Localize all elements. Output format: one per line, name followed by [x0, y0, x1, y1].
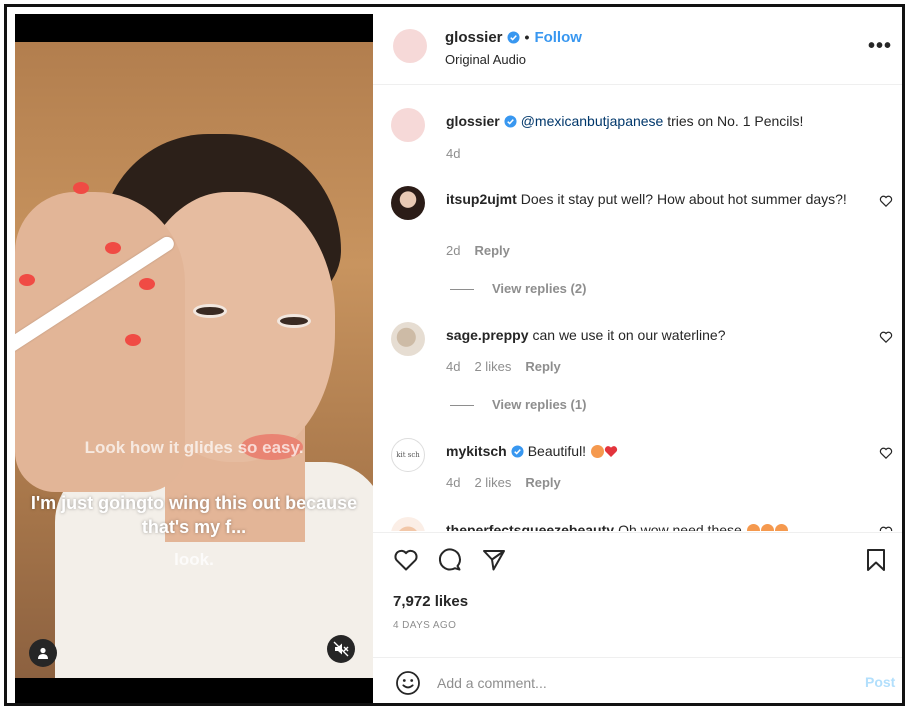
view-replies-button[interactable]: View replies (2)	[450, 281, 586, 296]
mute-button[interactable]	[327, 635, 355, 663]
mention-link[interactable]: @mexicanbutjapanese	[521, 113, 664, 129]
reply-button[interactable]: Reply	[525, 475, 560, 490]
verified-badge-icon	[506, 31, 520, 44]
post-actions: 7,972 likes 4 DAYS AGO	[373, 532, 902, 662]
comment-time: 4d	[446, 359, 461, 374]
avatar[interactable]	[391, 517, 425, 531]
view-replies-button[interactable]: View replies (1)	[450, 397, 586, 412]
comment-username[interactable]: sage.preppy	[446, 327, 528, 343]
comment-username[interactable]: mykitsch	[446, 443, 507, 459]
like-comment-heart-icon[interactable]	[879, 330, 893, 344]
heart-eyes-emoji-icon	[760, 524, 774, 531]
video-caption-3: look.	[174, 550, 214, 569]
heart-eyes-emoji-icon	[774, 524, 788, 531]
heart-eyes-emoji-icon	[746, 524, 760, 531]
verified-badge-icon	[504, 115, 517, 128]
reply-button[interactable]: Reply	[525, 359, 560, 374]
video-caption-2: I'm just goingto wing this out because t…	[30, 493, 358, 537]
comment-text: itsup2ujmt Does it stay put well? How abo…	[446, 189, 854, 209]
comments-list[interactable]: glossier @mexicanbutjapanese tries on No.…	[373, 86, 902, 531]
video-caption-1: Look how it glides so easy.	[84, 438, 304, 457]
comment-meta: 4d 2 likes Reply	[446, 475, 575, 490]
like-heart-icon[interactable]	[393, 547, 419, 573]
share-plane-icon[interactable]	[481, 547, 507, 573]
verified-badge-icon	[511, 445, 524, 458]
view-replies-label: View replies (2)	[492, 281, 587, 296]
avatar[interactable]	[391, 186, 425, 220]
comment-username[interactable]: itsup2ujmt	[446, 191, 517, 207]
user-icon	[38, 647, 48, 659]
comment-body: Oh wow need these	[618, 522, 746, 531]
comment-body: Beautiful!	[527, 443, 590, 459]
comment-meta: 4d	[446, 146, 474, 161]
reel-video[interactable]: Look how it glides so easy. I'm just goi…	[15, 14, 373, 703]
nail-shape	[139, 278, 155, 290]
post-comment-button[interactable]: Post	[865, 674, 895, 690]
caption-text: tries on No. 1 Pencils!	[663, 113, 804, 129]
comment-time: 2d	[446, 243, 461, 258]
muted-speaker-icon	[333, 641, 349, 657]
heart-eyes-emoji-icon	[590, 445, 604, 458]
comment-likes[interactable]: 2 likes	[474, 475, 511, 490]
comment-text: theperfectsqueezebeauty Oh wow need these	[446, 520, 854, 531]
comment-time: 4d	[446, 146, 461, 161]
like-comment-heart-icon[interactable]	[879, 446, 893, 460]
header-title: glossier • Follow	[445, 29, 582, 46]
screenshot-frame: Look how it glides so easy. I'm just goi…	[4, 4, 905, 706]
divider-line	[450, 289, 474, 291]
comment-body: Does it stay put well? How about hot sum…	[520, 191, 847, 207]
comment-meta: 4d 2 likes Reply	[446, 359, 575, 374]
nail-shape	[125, 334, 141, 346]
avatar[interactable]	[393, 29, 427, 63]
nail-shape	[19, 274, 35, 286]
comment-bubble-icon[interactable]	[437, 547, 463, 573]
emoji-icon[interactable]	[395, 670, 421, 696]
comment-text: glossier @mexicanbutjapanese tries on No.…	[446, 111, 854, 131]
comment-body: can we use it on our waterline?	[532, 327, 726, 343]
view-replies-label: View replies (1)	[492, 397, 587, 412]
like-comment-heart-icon[interactable]	[879, 194, 893, 208]
comment-meta: 2d Reply	[446, 243, 524, 258]
comment-input[interactable]	[437, 672, 837, 694]
post-header: glossier • Follow Original Audio •••	[373, 7, 902, 85]
comment-username[interactable]: theperfectsqueezebeauty	[446, 522, 614, 531]
video-frame	[15, 42, 373, 678]
avatar[interactable]	[391, 108, 425, 142]
audio-label[interactable]: Original Audio	[445, 52, 526, 67]
nail-shape	[73, 182, 89, 194]
divider-line	[450, 405, 474, 407]
reply-button[interactable]: Reply	[474, 243, 509, 258]
like-comment-heart-icon[interactable]	[879, 525, 893, 531]
red-heart-icon	[604, 446, 618, 457]
post-time: 4 DAYS AGO	[393, 620, 457, 631]
add-comment-bar: Post	[373, 657, 902, 703]
username[interactable]: glossier	[445, 29, 503, 46]
nail-shape	[105, 242, 121, 254]
comment-time: 4d	[446, 475, 461, 490]
save-bookmark-icon[interactable]	[863, 547, 889, 573]
left-eye-shape	[193, 304, 227, 318]
avatar[interactable]: kit sch	[391, 438, 425, 472]
more-options-icon[interactable]: •••	[868, 35, 892, 58]
comment-likes[interactable]: 2 likes	[474, 359, 511, 374]
comment-text: mykitsch Beautiful!	[446, 441, 854, 461]
avatar[interactable]	[391, 322, 425, 356]
tagged-users-button[interactable]	[29, 639, 57, 667]
right-eye-shape	[277, 314, 311, 328]
follow-button[interactable]: Follow	[534, 29, 582, 46]
likes-count[interactable]: 7,972 likes	[393, 593, 468, 610]
comment-text: sage.preppy can we use it on our waterlin…	[446, 325, 854, 345]
comment-username[interactable]: glossier	[446, 113, 500, 129]
separator-dot: •	[524, 29, 530, 45]
post-panel: glossier • Follow Original Audio ••• gloss…	[373, 7, 902, 703]
